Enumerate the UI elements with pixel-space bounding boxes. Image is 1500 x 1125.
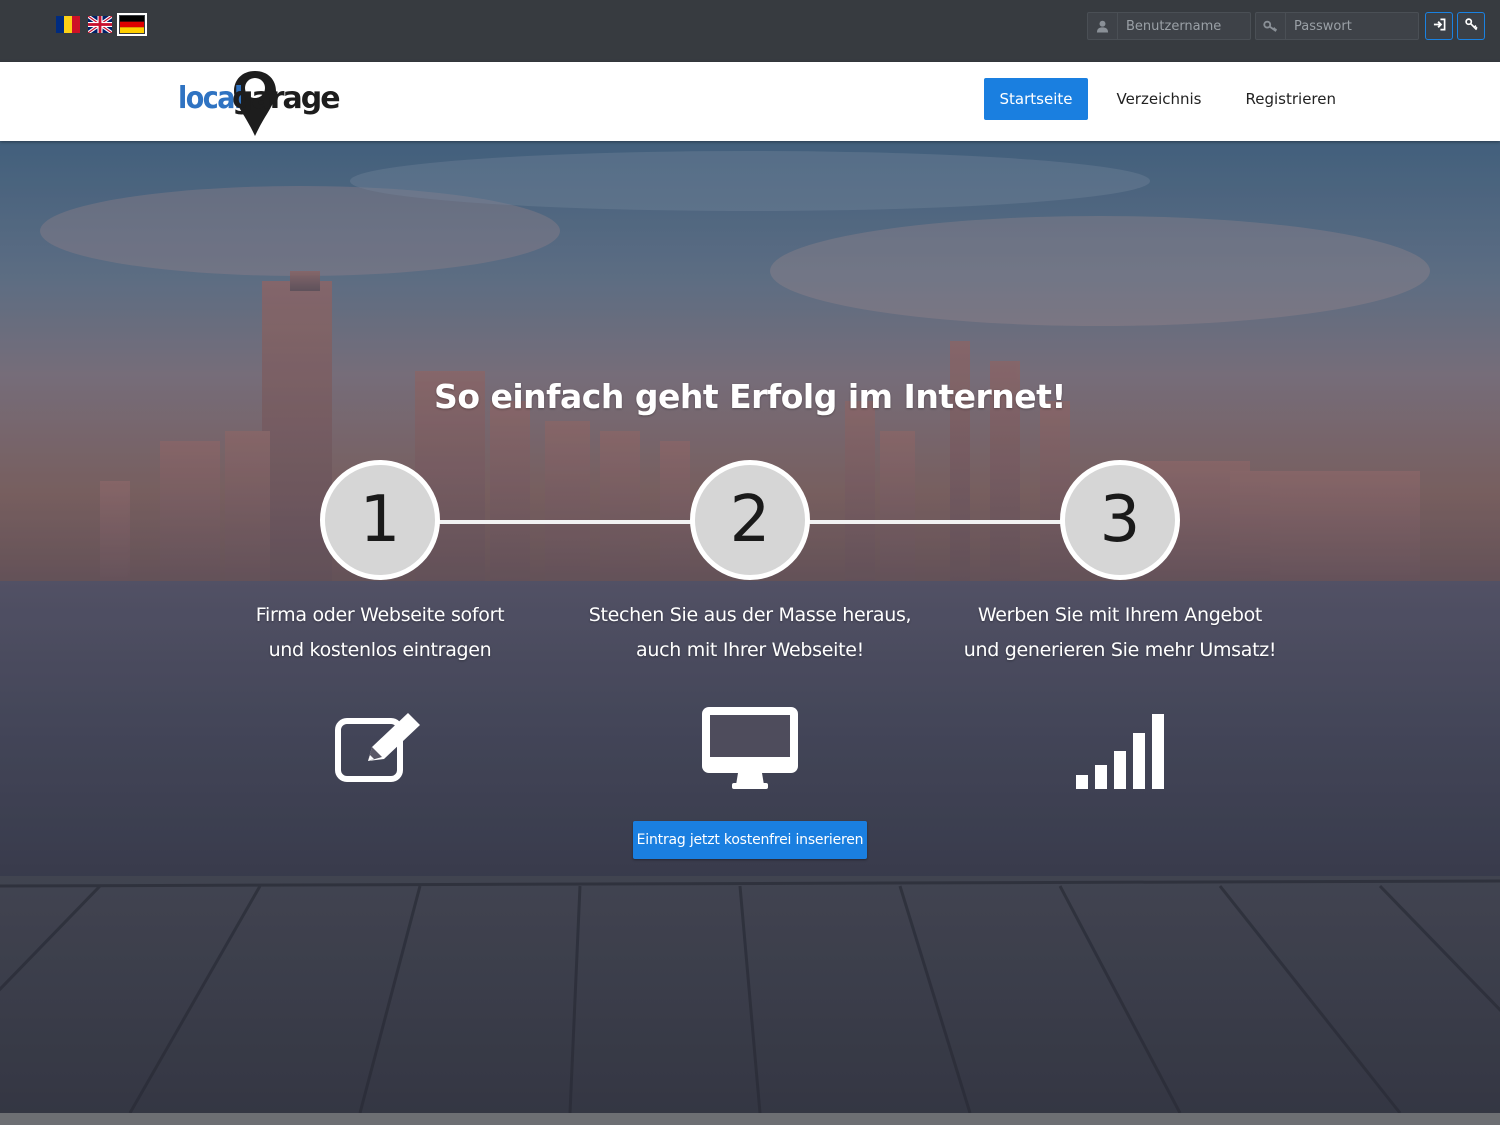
forgot-password-button[interactable] [1457, 12, 1485, 40]
step-3-circle: 3 [1060, 460, 1180, 580]
login-button[interactable] [1425, 12, 1453, 40]
login-form [1087, 12, 1485, 40]
footer-strip [0, 1113, 1500, 1125]
hero-section: So einfach geht Erfolg im Internet! 1 Fi… [0, 141, 1500, 1113]
signal-bars-icon [1076, 714, 1164, 789]
main-menu: Startseite Verzeichnis Registrieren [983, 78, 1353, 120]
username-input[interactable] [1118, 13, 1250, 39]
top-bar [0, 0, 1500, 62]
step-2-line2: auch mit Ihrer Webseite! [636, 639, 864, 661]
main-navbar: local garage Startseite Verzeichnis Regi… [0, 62, 1500, 141]
key-icon [1464, 18, 1478, 34]
language-switcher [56, 13, 147, 36]
step-3-line1: Werben Sie mit Ihrem Angebot [977, 604, 1263, 626]
step-3-text: Werben Sie mit Ihrem Angebot und generie… [940, 598, 1300, 668]
step-1-line2: und kostenlos eintragen [268, 639, 492, 661]
step-3-line2: und generieren Sie mehr Umsatz! [963, 639, 1277, 661]
step-1-circle: 1 [320, 460, 440, 580]
username-field [1087, 12, 1251, 40]
cta-insert-entry-button[interactable]: Eintrag jetzt kostenfrei inserieren [633, 821, 867, 859]
step-2-circle: 2 [690, 460, 810, 580]
monitor-icon [702, 707, 798, 789]
step-1-line1: Firma oder Webseite sofort [255, 604, 505, 626]
sign-in-icon [1433, 18, 1446, 34]
key-icon [1256, 13, 1286, 39]
edit-icon [335, 713, 420, 782]
hero-headline: So einfach geht Erfolg im Internet! [434, 377, 1066, 416]
step-2-line1: Stechen Sie aus der Masse heraus, [588, 604, 912, 626]
site-logo[interactable]: local garage [178, 70, 341, 138]
flag-ro-icon[interactable] [56, 16, 80, 33]
user-icon [1088, 13, 1118, 39]
flag-de-icon[interactable] [117, 13, 147, 36]
logo-garage-text: garage [232, 81, 341, 116]
flag-uk-icon[interactable] [88, 16, 112, 33]
step-1-text: Firma oder Webseite sofort und kostenlos… [200, 598, 560, 668]
password-field [1255, 12, 1419, 40]
nav-item-registrieren[interactable]: Registrieren [1230, 78, 1353, 120]
nav-item-startseite[interactable]: Startseite [983, 78, 1089, 120]
password-input[interactable] [1286, 13, 1418, 39]
nav-item-verzeichnis[interactable]: Verzeichnis [1100, 78, 1217, 120]
step-2-text: Stechen Sie aus der Masse heraus, auch m… [570, 598, 930, 668]
